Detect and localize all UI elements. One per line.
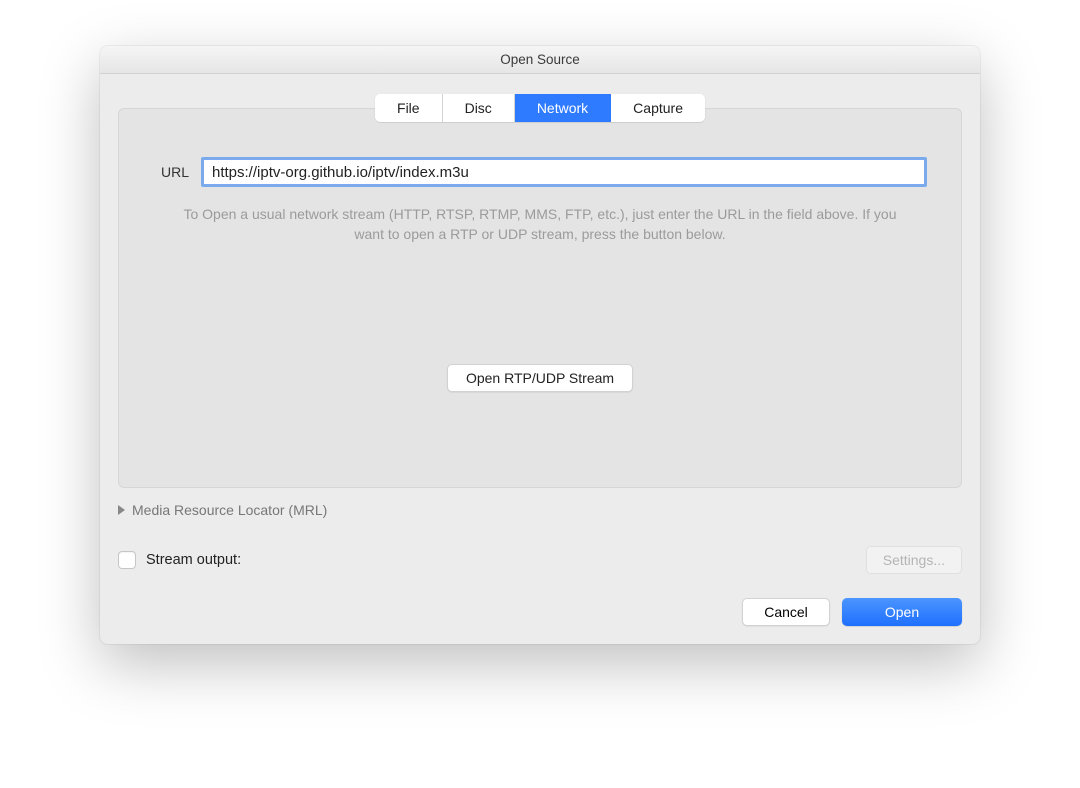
mrl-section[interactable]: Media Resource Locator (MRL) — [118, 502, 962, 518]
stream-output-row: Stream output: Settings... — [118, 546, 962, 574]
url-row: URL — [153, 157, 927, 187]
disclosure-triangle-icon[interactable] — [118, 505, 125, 515]
open-rtp-udp-button[interactable]: Open RTP/UDP Stream — [447, 364, 633, 392]
open-source-dialog: Open Source File Disc Network Capture UR… — [100, 46, 980, 644]
network-hint: To Open a usual network stream (HTTP, RT… — [153, 205, 927, 244]
mrl-label: Media Resource Locator (MRL) — [132, 502, 327, 518]
tab-disc[interactable]: Disc — [443, 94, 515, 122]
tab-strip: File Disc Network Capture — [375, 94, 705, 122]
open-button[interactable]: Open — [842, 598, 962, 626]
dialog-footer: Cancel Open — [118, 598, 962, 626]
window-title: Open Source — [500, 52, 580, 67]
network-panel: URL To Open a usual network stream (HTTP… — [118, 108, 962, 488]
settings-button: Settings... — [866, 546, 962, 574]
stream-output-checkbox[interactable] — [118, 551, 136, 569]
rtp-button-wrap: Open RTP/UDP Stream — [153, 364, 927, 392]
stream-output-label: Stream output: — [146, 552, 241, 568]
titlebar: Open Source — [100, 46, 980, 74]
tab-capture[interactable]: Capture — [611, 94, 705, 122]
url-input[interactable] — [201, 157, 927, 187]
tab-file[interactable]: File — [375, 94, 443, 122]
tab-bar: File Disc Network Capture — [118, 94, 962, 122]
content-area: File Disc Network Capture URL To Open a … — [100, 74, 980, 644]
url-label: URL — [153, 164, 189, 180]
tab-network[interactable]: Network — [515, 94, 611, 122]
cancel-button[interactable]: Cancel — [742, 598, 830, 626]
